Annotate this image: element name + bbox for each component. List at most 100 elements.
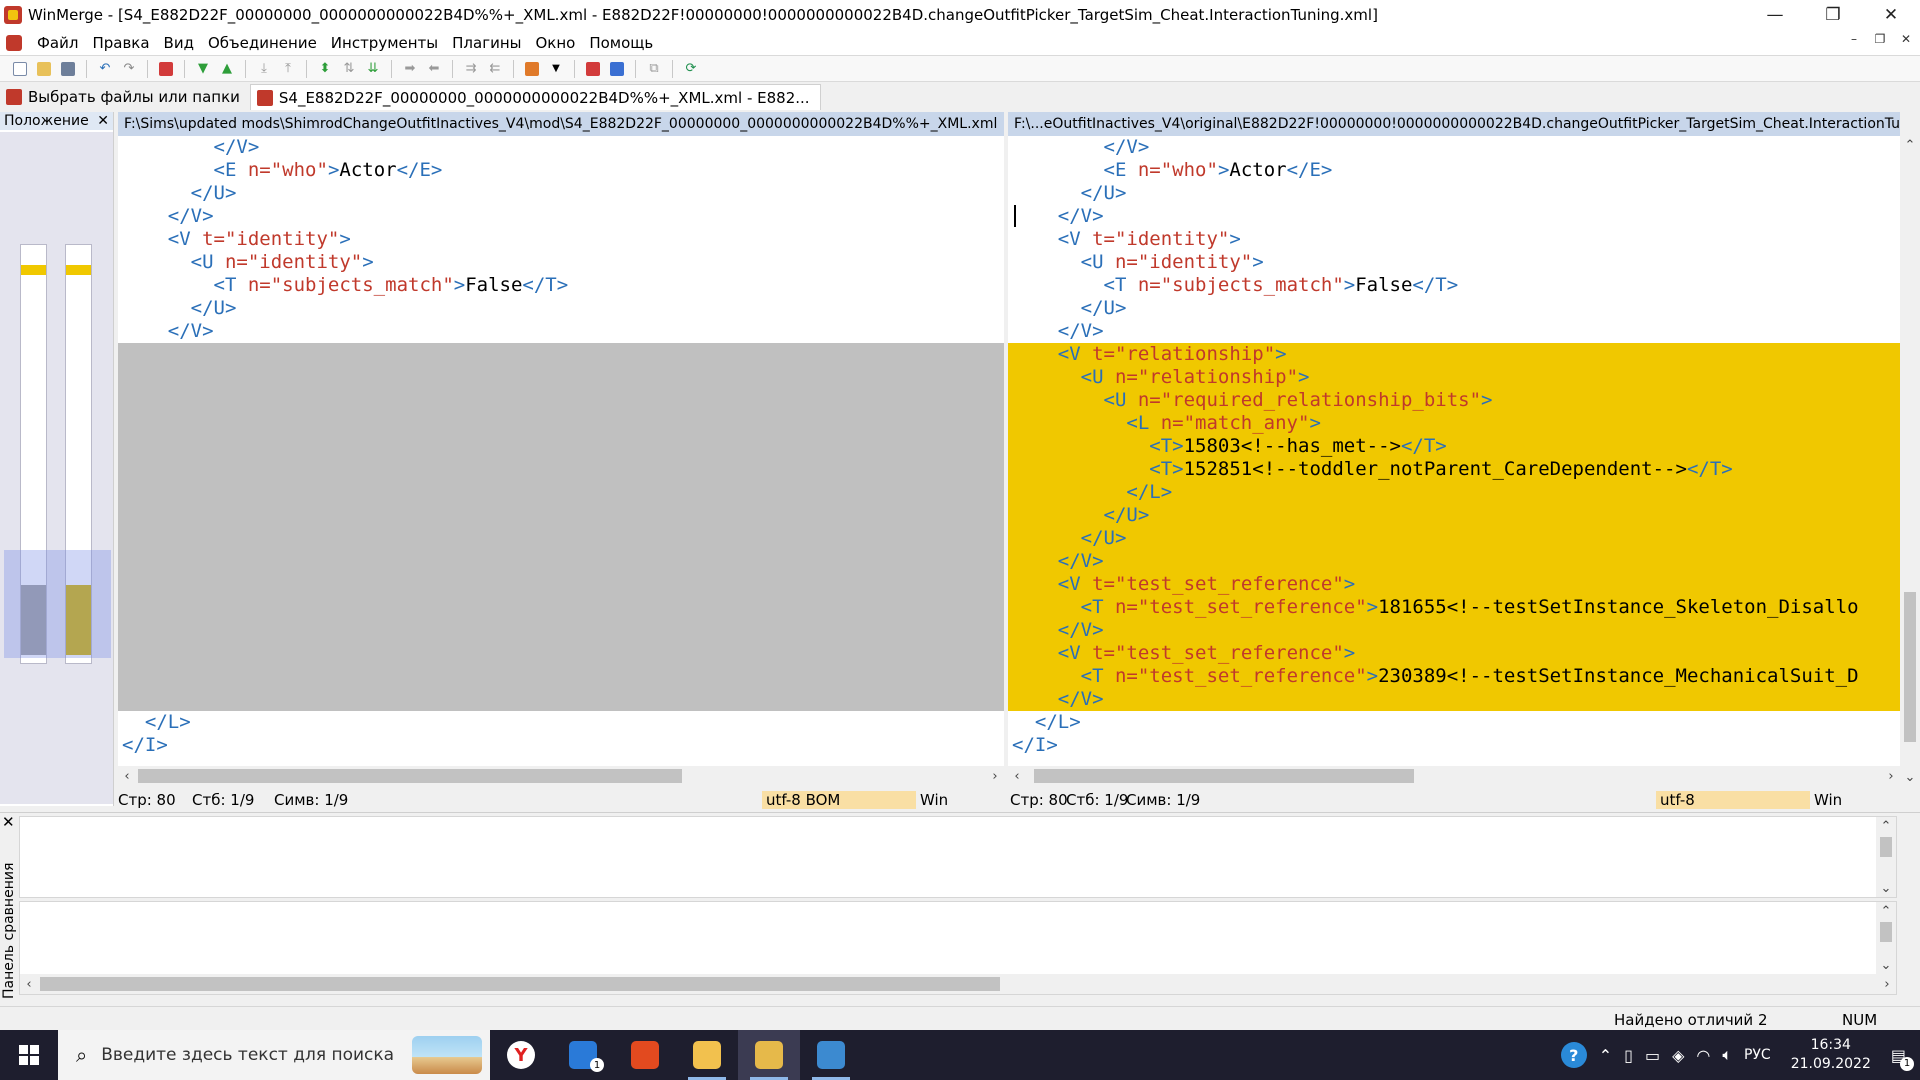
refresh-icon[interactable]: ⟳ — [681, 59, 701, 79]
scroll-down-icon[interactable]: ⌄ — [1900, 768, 1920, 786]
code-line[interactable]: </U> — [118, 297, 1004, 320]
notifications-icon[interactable]: ▤ 1 — [1891, 1046, 1914, 1071]
code-line[interactable]: </U> — [1008, 527, 1900, 550]
menu-file[interactable]: Файл — [30, 34, 85, 52]
code-line[interactable]: </U> — [118, 182, 1004, 205]
options-icon[interactable] — [522, 59, 542, 79]
copy-left-icon[interactable]: ⬅ — [424, 59, 444, 79]
tablet-icon[interactable]: ▯ — [1624, 1046, 1633, 1065]
right-eol[interactable]: Win — [1814, 791, 1842, 809]
left-diff-pane[interactable]: </V> <E n="who">Actor</E> </U> </V> <V t… — [118, 136, 1004, 766]
redo-icon[interactable]: ↷ — [119, 59, 139, 79]
last-diff-icon[interactable]: ⤒ — [278, 59, 298, 79]
taskbar-yandex-browser[interactable]: Y — [490, 1030, 552, 1080]
code-line[interactable]: <U n="required_relationship_bits"> — [1008, 389, 1900, 412]
tab-file-compare[interactable]: S4_E882D22F_00000000_0000000000022B4D%%+… — [249, 84, 821, 110]
code-line[interactable]: </I> — [118, 734, 1004, 757]
comparison-bottom-vscrollbar[interactable]: ⌃ ⌄ — [1876, 902, 1896, 974]
code-line[interactable]: <T n="subjects_match">False</T> — [118, 274, 1004, 297]
right-code[interactable]: </V> <E n="who">Actor</E> </U> </V> <V t… — [1008, 136, 1900, 757]
scroll-left-icon[interactable]: ‹ — [118, 766, 136, 786]
code-line[interactable]: <V t="test_set_reference"> — [1008, 642, 1900, 665]
tab-select-files[interactable]: Выбрать файлы или папки — [0, 84, 250, 110]
start-button[interactable] — [0, 1030, 58, 1080]
scroll-thumb[interactable] — [1904, 592, 1916, 742]
defender-icon[interactable]: ◈ — [1672, 1046, 1684, 1065]
code-line[interactable]: <T n="subjects_match">False</T> — [1008, 274, 1900, 297]
scroll-left-icon[interactable]: ‹ — [1008, 766, 1026, 786]
next-conflict-icon[interactable]: ⇊ — [363, 59, 383, 79]
code-line[interactable]: <V t="identity"> — [118, 228, 1004, 251]
code-line[interactable]: </V> — [118, 205, 1004, 228]
scroll-right-icon[interactable]: › — [1878, 974, 1896, 994]
taskbar-search-box[interactable]: ⌕ Введите здесь текст для поиска — [58, 1030, 490, 1080]
close-button[interactable]: ✕ — [1862, 0, 1920, 30]
volume-icon[interactable]: 🔈︎ — [1722, 1045, 1732, 1065]
code-line[interactable]: <V t="relationship"> — [1008, 343, 1900, 366]
mdi-close-button[interactable]: ✕ — [1898, 32, 1914, 46]
code-line[interactable]: <V t="identity"> — [1008, 228, 1900, 251]
mdi-minimize-button[interactable]: – — [1846, 32, 1862, 46]
menu-tools[interactable]: Инструменты — [324, 34, 445, 52]
prev-conflict-icon[interactable]: ⇅ — [339, 59, 359, 79]
copy-left-advance-icon[interactable]: ⇇ — [485, 59, 505, 79]
comparison-left-line[interactable]: ⌃ ⌄ — [19, 816, 1897, 898]
code-line[interactable]: </U> — [1008, 504, 1900, 527]
code-line[interactable]: <E n="who">Actor</E> — [118, 159, 1004, 182]
select-diff-icon[interactable] — [156, 59, 176, 79]
open-icon[interactable] — [34, 59, 54, 79]
menu-edit[interactable]: Правка — [85, 34, 156, 52]
copy-right-icon[interactable]: ➡ — [400, 59, 420, 79]
scroll-up-icon[interactable]: ⌃ — [1900, 136, 1920, 154]
next-diff-icon[interactable]: ▼ — [193, 59, 213, 79]
winmerge-app-icon[interactable] — [4, 6, 22, 24]
current-diff-icon[interactable]: ⬍ — [315, 59, 335, 79]
code-line[interactable]: </V> — [118, 136, 1004, 159]
network-icon[interactable]: ◠ — [1696, 1046, 1710, 1065]
toggle-view-icon[interactable]: ⧉ — [644, 59, 664, 79]
menu-merge[interactable]: Объединение — [201, 34, 324, 52]
input-language[interactable]: РУС — [1744, 1047, 1771, 1063]
save-icon[interactable] — [58, 59, 78, 79]
prev-diff-icon[interactable]: ▲ — [217, 59, 237, 79]
minimize-button[interactable]: — — [1746, 0, 1804, 30]
taskbar-office[interactable] — [614, 1030, 676, 1080]
code-line[interactable]: </L> — [118, 711, 1004, 734]
menu-view[interactable]: Вид — [157, 34, 201, 52]
battery-icon[interactable]: ▭ — [1645, 1046, 1660, 1065]
right-encoding[interactable]: utf-8 — [1656, 791, 1810, 809]
comparison-top-vscrollbar[interactable]: ⌃ ⌄ — [1876, 817, 1896, 897]
left-eol[interactable]: Win — [920, 791, 948, 809]
right-hscrollbar[interactable]: ‹ › — [1008, 766, 1900, 786]
code-line[interactable]: </V> — [1008, 619, 1900, 642]
scroll-right-icon[interactable]: › — [986, 766, 1004, 786]
code-line[interactable]: </V> — [1008, 320, 1900, 343]
right-vscrollbar[interactable]: ⌃ ⌄ — [1900, 136, 1920, 786]
copy-right-advance-icon[interactable]: ⇉ — [461, 59, 481, 79]
location-pane-close-icon[interactable]: ✕ — [97, 113, 109, 129]
code-line[interactable]: </L> — [1008, 481, 1900, 504]
code-line[interactable]: <V t="test_set_reference"> — [1008, 573, 1900, 596]
menu-window[interactable]: Окно — [528, 34, 582, 52]
code-line[interactable]: <T n="test_set_reference">181655<!--test… — [1008, 596, 1900, 619]
scroll-thumb[interactable] — [1034, 769, 1414, 783]
open-left-icon[interactable] — [583, 59, 603, 79]
mdi-restore-button[interactable]: ❐ — [1872, 32, 1888, 46]
dropdown-arrow-icon[interactable]: ▼ — [546, 59, 566, 79]
code-line[interactable]: <T>152851<!--toddler_notParent_CareDepen… — [1008, 458, 1900, 481]
code-line[interactable]: </V> — [118, 320, 1004, 343]
scroll-right-icon[interactable]: › — [1882, 766, 1900, 786]
comparison-hscrollbar[interactable]: ‹ › — [20, 974, 1896, 994]
comparison-panel-close-icon[interactable]: ✕ — [2, 813, 15, 831]
code-line[interactable]: </V> — [1008, 136, 1900, 159]
code-line[interactable]: <T n="test_set_reference">230389<!--test… — [1008, 665, 1900, 688]
code-line[interactable]: </U> — [1008, 297, 1900, 320]
missing-lines-block[interactable] — [118, 343, 1004, 711]
open-right-icon[interactable] — [607, 59, 627, 79]
taskbar-winmerge[interactable] — [738, 1030, 800, 1080]
taskbar-mail[interactable]: 1 — [552, 1030, 614, 1080]
scroll-thumb[interactable] — [1880, 922, 1892, 942]
chevron-up-icon[interactable]: ⌃ — [1599, 1046, 1612, 1065]
restore-button[interactable]: ❐ — [1804, 0, 1862, 30]
left-path-header[interactable]: F:\Sims\updated mods\ShimrodChangeOutfit… — [118, 112, 1004, 136]
